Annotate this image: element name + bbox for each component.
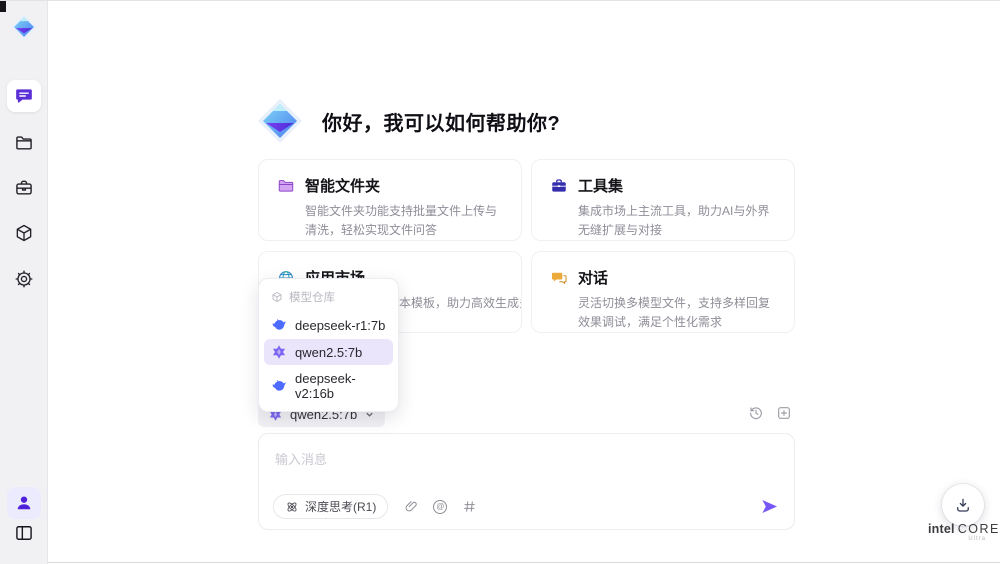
card-description: 集成市场上主流工具，助力AI与外界无缝扩展与对接 bbox=[578, 204, 770, 237]
paperclip-icon bbox=[405, 501, 417, 512]
at-circle-icon: @ bbox=[433, 499, 448, 514]
prompt-library-button[interactable] bbox=[461, 499, 477, 515]
greeting-text: 你好，我可以如何帮助你? bbox=[322, 112, 561, 135]
model-dropdown-header: 模型仓库 bbox=[264, 284, 393, 311]
message-composer: 深度思考(R1) @ bbox=[258, 433, 795, 530]
user-icon bbox=[17, 496, 31, 510]
window-corner-notch bbox=[0, 1, 6, 12]
new-chat-button[interactable] bbox=[776, 405, 794, 423]
mention-button[interactable]: @ bbox=[432, 499, 448, 515]
indigo-briefcase-icon bbox=[552, 178, 566, 192]
sidebar-item-collapse-panel[interactable] bbox=[7, 517, 41, 549]
repo-icon bbox=[272, 292, 282, 302]
sidebar bbox=[0, 1, 48, 564]
download-button[interactable] bbox=[942, 484, 984, 526]
history-button[interactable] bbox=[748, 405, 766, 423]
deepthink-atom-icon bbox=[287, 502, 297, 511]
composer-toolbar: 深度思考(R1) @ bbox=[273, 494, 780, 519]
download-icon bbox=[957, 498, 969, 512]
card-conversation[interactable]: 对话 灵活切换多模型文件，支持多样回复效果调试，满足个性化需求 bbox=[531, 251, 795, 333]
sidebar-item-profile[interactable] bbox=[7, 487, 41, 519]
card-description: 智能文件夹功能支持批量文件上传与清洗，轻松实现文件问答 bbox=[305, 204, 498, 237]
intel-core-badge: intel CORE Ultra bbox=[928, 522, 998, 542]
new-chat-icon bbox=[778, 407, 790, 419]
intel-wordmark: intel bbox=[928, 522, 955, 536]
model-option-deepseek-v2[interactable]: deepseek-v2:16b bbox=[264, 366, 393, 406]
deepseek-whale-icon bbox=[272, 319, 286, 330]
card-title: 对话 bbox=[578, 270, 609, 287]
model-dropdown: 模型仓库 deepseek-r1:7b qwen2.5:7b deepseek-… bbox=[258, 278, 399, 412]
send-icon bbox=[762, 499, 778, 513]
qwen-icon bbox=[273, 345, 285, 359]
intel-tier-label: Ultra bbox=[968, 536, 986, 542]
history-icon bbox=[750, 407, 762, 420]
amber-chat-icon bbox=[551, 272, 567, 284]
cube-icon bbox=[16, 224, 32, 242]
message-input[interactable] bbox=[259, 434, 794, 492]
sidebar-item-folders[interactable] bbox=[7, 127, 41, 159]
core-wordmark: CORE bbox=[957, 522, 1000, 536]
sidebar-item-models[interactable] bbox=[7, 217, 41, 249]
card-smart-folder[interactable]: 智能文件夹 智能文件夹功能支持批量文件上传与清洗，轻松实现文件问答 bbox=[258, 159, 522, 241]
purple-folder-icon bbox=[278, 179, 294, 192]
panel-icon bbox=[16, 526, 32, 540]
model-option-deepseek-r1[interactable]: deepseek-r1:7b bbox=[264, 312, 393, 338]
sidebar-item-toolbox[interactable] bbox=[7, 172, 41, 204]
greeting-header: 你好，我可以如何帮助你? bbox=[256, 97, 560, 145]
app-logo-icon bbox=[10, 13, 38, 41]
conversation-actions bbox=[748, 405, 794, 423]
deepseek-whale-icon bbox=[272, 380, 286, 391]
card-description-partial: 本模板，助力高效生成多 bbox=[399, 296, 522, 310]
card-title: 工具集 bbox=[578, 178, 624, 195]
briefcase-icon bbox=[16, 180, 32, 195]
model-option-qwen[interactable]: qwen2.5:7b bbox=[264, 339, 393, 365]
assistant-logo-icon bbox=[256, 97, 304, 145]
model-option-label: deepseek-v2:16b bbox=[295, 371, 356, 401]
attach-file-button[interactable] bbox=[403, 499, 419, 515]
send-button[interactable] bbox=[760, 497, 780, 517]
card-description: 灵活切换多模型文件，支持多样回复效果调试，满足个性化需求 bbox=[578, 296, 771, 329]
deep-think-toggle[interactable]: 深度思考(R1) bbox=[273, 494, 389, 519]
sidebar-item-settings[interactable] bbox=[7, 263, 41, 295]
composer-attachments: @ bbox=[403, 499, 477, 515]
card-title: 智能文件夹 bbox=[305, 178, 381, 195]
chat-icon bbox=[16, 89, 32, 103]
model-option-label: deepseek-r1:7b bbox=[295, 317, 386, 333]
folder-icon bbox=[16, 136, 32, 150]
grid-hash-icon bbox=[463, 501, 475, 512]
card-toolset[interactable]: 工具集 集成市场上主流工具，助力AI与外界无缝扩展与对接 bbox=[531, 159, 795, 241]
deep-think-label: 深度思考(R1) bbox=[305, 500, 377, 514]
gear-icon bbox=[15, 270, 33, 288]
model-dropdown-header-label: 模型仓库 bbox=[289, 292, 335, 304]
sidebar-item-chat[interactable] bbox=[7, 80, 41, 112]
model-option-label: qwen2.5:7b bbox=[295, 344, 363, 360]
